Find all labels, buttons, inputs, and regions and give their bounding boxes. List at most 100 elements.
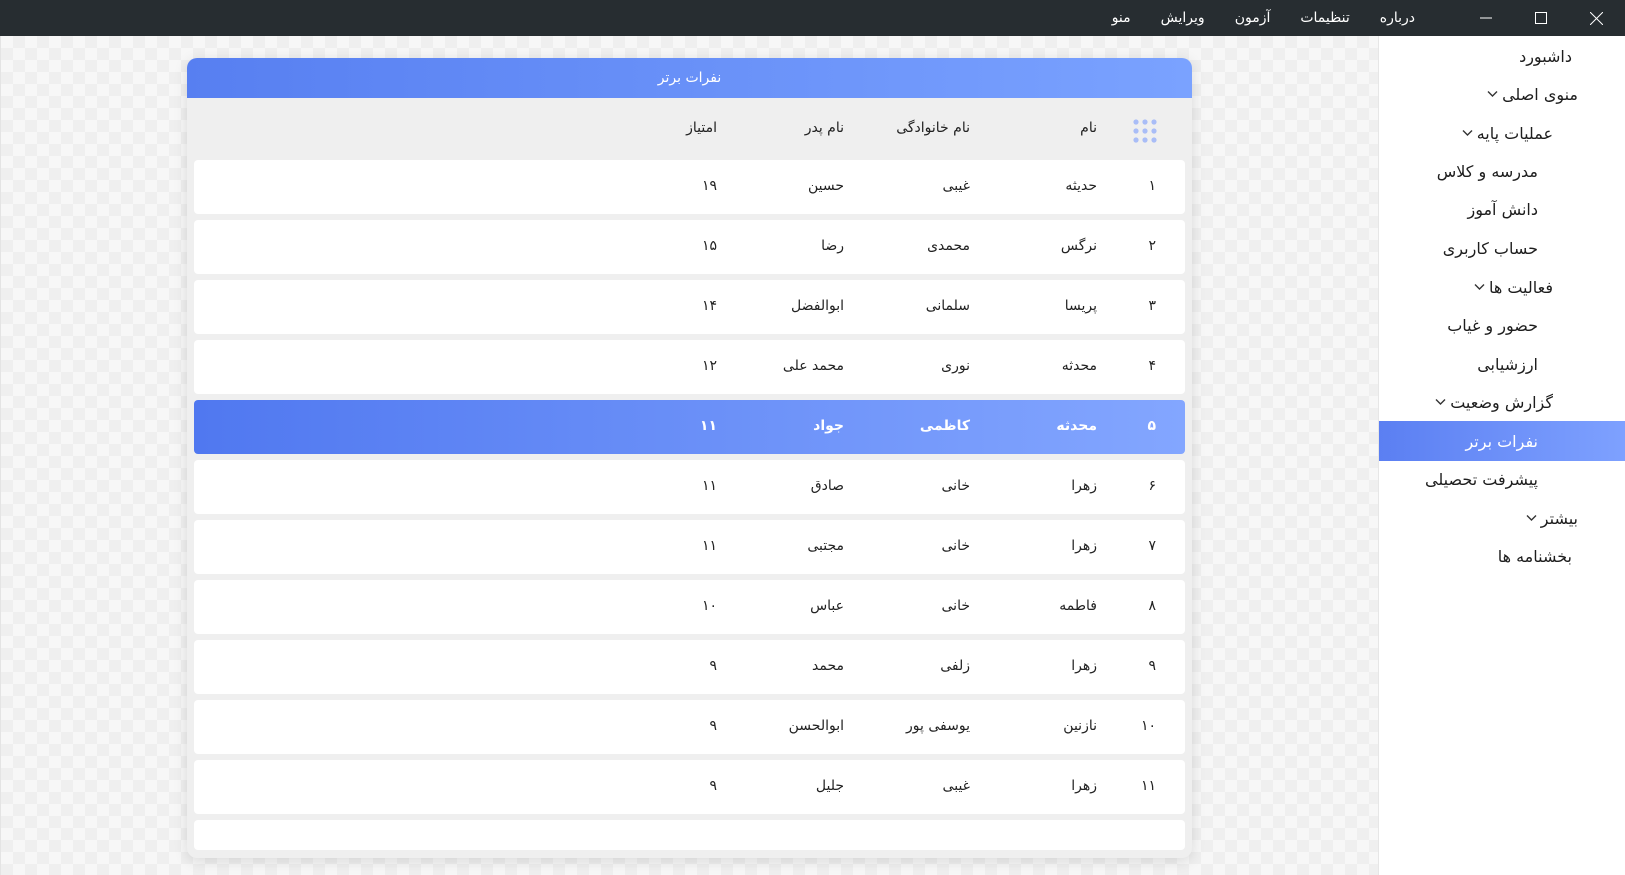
- cell-father: جواد: [813, 418, 844, 434]
- row-index: ۷: [1148, 538, 1156, 554]
- sidebar-item[interactable]: نفرات برتر: [1379, 421, 1625, 461]
- cell-score: ۱۵: [701, 238, 717, 254]
- cell-score: ۹: [709, 658, 717, 674]
- cell-name: زهرا: [1071, 778, 1097, 794]
- sidebar-item[interactable]: ارزشیابی: [1379, 344, 1625, 384]
- row-index: ۴: [1148, 358, 1156, 374]
- cell-family: زلفی: [940, 658, 970, 674]
- column-header-father[interactable]: نام پدر: [805, 120, 844, 136]
- sidebar-item-label: منوی اصلی: [1502, 84, 1578, 104]
- sidebar-item-label: دانش آموز: [1467, 199, 1538, 219]
- sidebar-item[interactable]: عملیات پایه: [1379, 113, 1625, 153]
- sidebar-item-label: حساب کاربری: [1442, 238, 1538, 258]
- maximize-icon: [1535, 12, 1547, 24]
- sidebar-item-label: عملیات پایه: [1476, 123, 1553, 143]
- sidebar-item-label: ارزشیابی: [1477, 354, 1538, 374]
- cell-father: عباس: [810, 598, 844, 614]
- table-row[interactable]: ۱۱ زهرا غیبی جلیل ۹: [194, 760, 1185, 814]
- menu-item-exam[interactable]: آزمون: [1235, 10, 1271, 26]
- sidebar-item[interactable]: پیشرفت تحصیلی: [1379, 459, 1625, 499]
- cell-family: غیبی: [942, 778, 970, 794]
- sidebar-item-label: داشبورد: [1519, 46, 1572, 66]
- column-header-score[interactable]: امتیاز: [686, 120, 717, 136]
- cell-name: زهرا: [1071, 538, 1097, 554]
- sidebar-item[interactable]: فعالیت ها: [1379, 267, 1625, 307]
- cell-score: ۱۹: [701, 178, 717, 194]
- table-row[interactable]: ۹ زهرا زلفی محمد ۹: [194, 640, 1185, 694]
- cell-family: خانی: [941, 538, 971, 554]
- table-row[interactable]: ۵ محدثه کاظمی جواد ۱۱: [194, 400, 1185, 454]
- row-index: ۱۰: [1140, 718, 1156, 734]
- table-row[interactable]: ۱۰ نازنین یوسفی پور ابوالحسن ۹: [194, 700, 1185, 754]
- sidebar-item-label: حضور و غیاب: [1447, 315, 1538, 335]
- cell-father: رضا: [821, 238, 844, 254]
- sidebar-item[interactable]: بیشتر: [1379, 498, 1625, 538]
- sidebar-item[interactable]: مدرسه و کلاس: [1379, 151, 1625, 191]
- sidebar-item-label: پیشرفت تحصیلی: [1425, 469, 1538, 489]
- column-header-family[interactable]: نام خانوادگی: [896, 120, 970, 136]
- cell-family: نوری: [941, 358, 970, 374]
- sidebar-item[interactable]: منوی اصلی: [1379, 74, 1625, 114]
- cell-name: پریسا: [1064, 298, 1097, 314]
- cell-father: محمد: [812, 658, 844, 674]
- cell-score: ۱۱: [701, 478, 717, 494]
- table-header: نام نام خانوادگی نام پدر امتیاز: [187, 98, 1192, 162]
- sidebar-item-label: نفرات برتر: [1465, 431, 1538, 451]
- table-row[interactable]: ۳ پریسا سلمانی ابوالفضل ۱۴: [194, 280, 1185, 334]
- chevron-down-icon[interactable]: [1487, 87, 1498, 101]
- sidebar-item-label: گزارش وضعیت: [1450, 392, 1553, 412]
- minimize-button[interactable]: [1459, 0, 1513, 36]
- table-row[interactable]: ۶ زهرا خانی صادق ۱۱: [194, 460, 1185, 514]
- top-students-card: نفرات برتر نام نام خانوادگی نام پدر امتی…: [187, 58, 1192, 858]
- table-body: ۱ حدیثه غیبی حسین ۱۹ ۲ نرگس محمدی رضا ۱۵ ۳ پریسا سلم…: [194, 160, 1185, 856]
- row-index: ۸: [1148, 598, 1156, 614]
- sidebar-item[interactable]: دانش آموز: [1379, 189, 1625, 229]
- card-title: نفرات برتر: [187, 58, 1192, 98]
- table-row[interactable]: [194, 820, 1185, 850]
- grid-icon[interactable]: [1132, 118, 1158, 144]
- cell-family: غیبی: [942, 178, 970, 194]
- close-button[interactable]: [1569, 0, 1623, 36]
- cell-score: ۱۱: [701, 538, 717, 554]
- cell-name: زهرا: [1071, 658, 1097, 674]
- cell-score: ۱۲: [701, 358, 717, 374]
- cell-father: حسین: [807, 178, 844, 194]
- cell-score: ۱۴: [701, 298, 717, 314]
- table-row[interactable]: ۲ نرگس محمدی رضا ۱۵: [194, 220, 1185, 274]
- chevron-down-icon[interactable]: [1474, 280, 1485, 294]
- sidebar-item-label: بیشتر: [1540, 508, 1578, 528]
- column-header-name[interactable]: نام: [1080, 120, 1097, 136]
- cell-father: صادق: [810, 478, 844, 494]
- table-row[interactable]: ۱ حدیثه غیبی حسین ۱۹: [194, 160, 1185, 214]
- chevron-down-icon[interactable]: [1462, 126, 1473, 140]
- sidebar-item[interactable]: حساب کاربری: [1379, 228, 1625, 268]
- table-row[interactable]: ۸ فاطمه خانی عباس ۱۰: [194, 580, 1185, 634]
- cell-name: حدیثه: [1065, 178, 1097, 194]
- menu-item-about[interactable]: درباره: [1380, 10, 1415, 26]
- cell-score: ۹: [709, 778, 717, 794]
- chevron-down-icon[interactable]: [1435, 395, 1446, 409]
- sidebar-item[interactable]: حضور و غیاب: [1379, 305, 1625, 345]
- cell-father: مجتبی: [807, 538, 844, 554]
- chevron-down-icon[interactable]: [1526, 511, 1537, 525]
- menu-item-settings[interactable]: تنظیمات: [1300, 10, 1349, 26]
- sidebar-item[interactable]: گزارش وضعیت: [1379, 382, 1625, 422]
- row-index: ۵: [1147, 418, 1156, 434]
- title-bar: منو ویرایش آزمون تنظیمات درباره: [0, 0, 1625, 36]
- cell-name: نازنین: [1063, 718, 1097, 734]
- row-index: ۳: [1148, 298, 1156, 314]
- menu-item-menu[interactable]: منو: [1112, 10, 1131, 26]
- table-row[interactable]: ۷ زهرا خانی مجتبی ۱۱: [194, 520, 1185, 574]
- menu-bar: منو ویرایش آزمون تنظیمات درباره: [1112, 0, 1415, 36]
- sidebar-item[interactable]: داشبورد: [1379, 36, 1625, 76]
- cell-father: محمد علی: [782, 358, 844, 374]
- sidebar-item-label: مدرسه و کلاس: [1436, 161, 1538, 181]
- maximize-button[interactable]: [1514, 0, 1568, 36]
- menu-item-edit[interactable]: ویرایش: [1161, 10, 1205, 26]
- sidebar-item[interactable]: بخشنامه ها: [1379, 536, 1625, 576]
- cell-father: ابوالفضل: [791, 298, 844, 314]
- cell-name: فاطمه: [1059, 598, 1097, 614]
- cell-family: محمدی: [927, 238, 970, 254]
- sidebar-item-label: بخشنامه ها: [1497, 546, 1572, 566]
- table-row[interactable]: ۴ محدثه نوری محمد علی ۱۲: [194, 340, 1185, 394]
